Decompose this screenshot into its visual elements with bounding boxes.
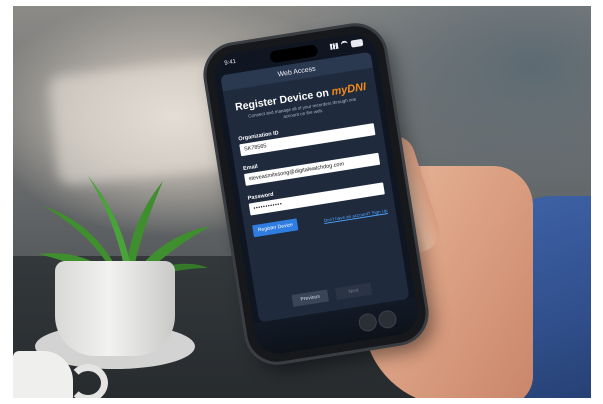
app-icon (357, 312, 379, 333)
web-access-card: Web Access Register Device on myDNI Conn… (220, 51, 410, 323)
signup-link[interactable]: Don't have an account? Sign Up (323, 208, 387, 223)
register-device-button[interactable]: Register Device (252, 218, 299, 238)
status-time: 9:41 (224, 58, 237, 67)
next-button[interactable]: Next (334, 282, 373, 301)
battery-icon (350, 38, 364, 48)
status-icons (329, 38, 364, 51)
cup-handle (68, 364, 108, 398)
card-header-title: Web Access (277, 65, 317, 78)
signal-icon (329, 42, 339, 50)
app-icon (377, 309, 398, 330)
previous-button[interactable]: Previous (291, 289, 329, 307)
plant-pot (55, 261, 175, 356)
wifi-icon (340, 40, 349, 50)
brand-logo: myDNI (330, 80, 367, 99)
